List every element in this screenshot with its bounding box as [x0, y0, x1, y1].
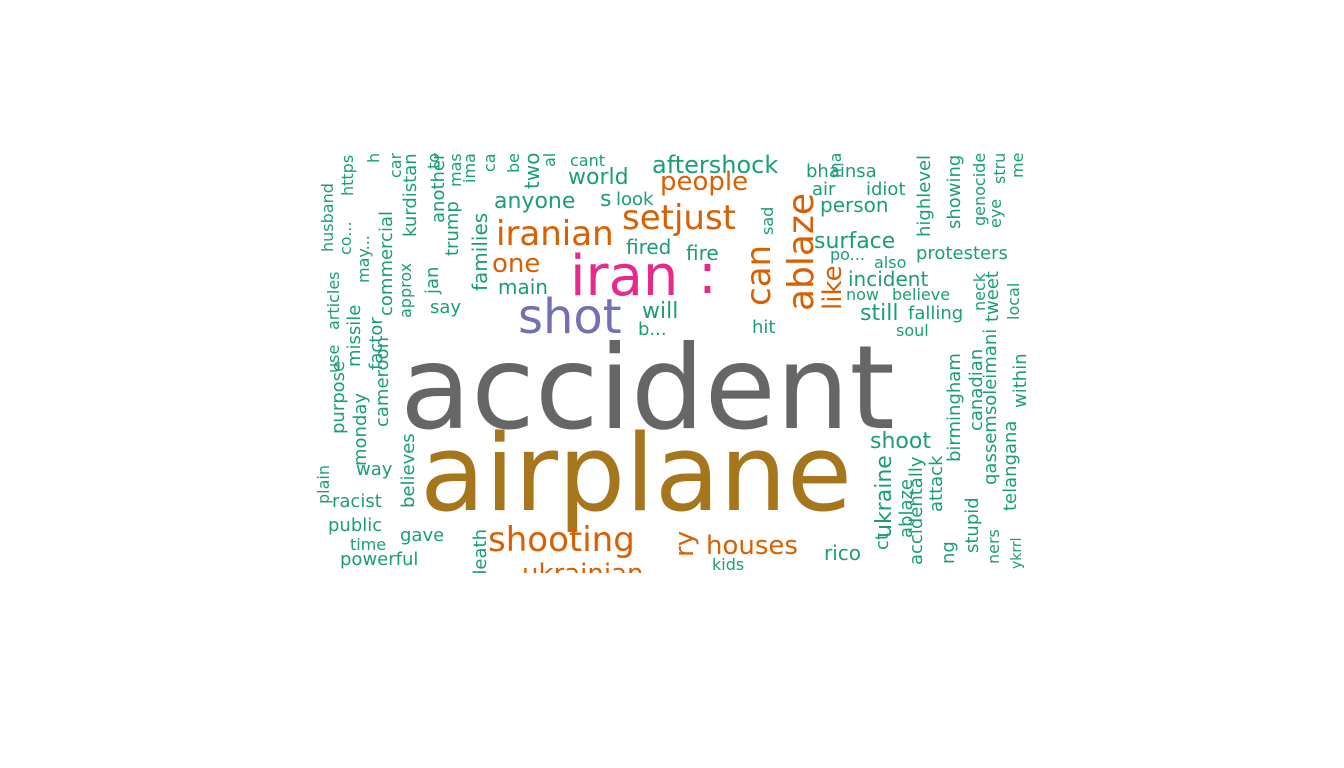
word-shoot-41: shoot	[870, 429, 931, 454]
word-hit-31: hit	[752, 317, 776, 338]
word-s-19: s	[600, 187, 612, 212]
word-ma-90: ma	[826, 153, 845, 178]
word-ukrainian-14: ukrainian	[522, 561, 644, 573]
word-shot-4: shot	[518, 289, 622, 345]
word-me-100: me	[1008, 153, 1027, 178]
word-idiot-25: idiot	[866, 179, 906, 200]
word-stupid-81: stupid	[962, 497, 983, 553]
word-public-45: public	[328, 515, 383, 536]
word-be-104: be	[504, 153, 523, 173]
word-airplane-1: airplane	[420, 412, 853, 535]
word-fired-26: fired	[626, 235, 672, 259]
word-telangana-79: telangana	[1000, 420, 1021, 511]
word-use-64: use	[324, 344, 343, 373]
word-monday-62: monday	[350, 392, 371, 466]
word-may-69: may...	[354, 235, 373, 283]
word-ners-97: ners	[984, 529, 1003, 564]
word-iranian-8: iranian	[496, 214, 614, 254]
word-look-20: look	[616, 189, 654, 210]
word-qassemsoleimani-78: qassemsoleimani	[980, 328, 1001, 485]
word-still-35: still	[860, 301, 899, 326]
word-gave-43: gave	[400, 525, 445, 546]
word-racist-44: racist	[332, 491, 382, 512]
wordcloud-canvas: accident airplane iran: shot ablaze can setjus…	[0, 0, 1344, 768]
word-say-49: say	[430, 297, 462, 318]
word-ykrrl-98: ykrrl	[1009, 537, 1025, 569]
word-also-39: also	[874, 253, 907, 272]
word-air-24: air	[812, 179, 836, 200]
word-co-68: co...	[336, 221, 355, 255]
word-ukraine-72: ukraine	[872, 455, 897, 538]
word-h-103: h	[364, 153, 383, 163]
word-cant-51: cant	[570, 153, 606, 170]
word-jan-55: jan	[422, 266, 443, 294]
word-car-101: car	[386, 153, 405, 178]
word-can-6: can	[739, 244, 779, 306]
word-showing-86: showing	[944, 154, 965, 229]
word-like-13: like	[818, 265, 848, 310]
word-local-84: local	[1004, 282, 1023, 320]
word-plain-71: plain	[316, 465, 333, 504]
word-main-28: main	[498, 275, 548, 299]
word-accidentally-74: accidentally	[906, 456, 927, 565]
word-factor-60: factor	[366, 317, 387, 370]
word-stru-99: stru	[990, 153, 1009, 184]
word-aftershock-16: aftershock	[652, 153, 779, 179]
word-believes-70: believes	[398, 433, 419, 508]
word-https-67: https	[338, 154, 357, 196]
word-b-30: b...	[638, 319, 667, 340]
word-ca-93: ca	[480, 153, 499, 172]
wordcloud-plot: accident airplane iran: shot ablaze can setjus…	[316, 153, 1028, 573]
word-al-105: al	[540, 153, 559, 167]
word-articles-65: articles	[324, 271, 343, 330]
word-families-52: families	[468, 212, 492, 291]
word-ry-15: ry	[670, 530, 700, 557]
word-po-38: po...	[830, 245, 865, 264]
word-anyone-18: anyone	[494, 189, 576, 214]
word-husband-66: husband	[318, 183, 337, 252]
word-to-102: to	[424, 153, 443, 169]
word-death-95: death	[470, 529, 491, 573]
word-believe-34: believe	[892, 285, 951, 304]
word-two-91: two	[520, 153, 544, 189]
word-soul-37: soul	[896, 321, 929, 340]
word-protesters-40: protesters	[916, 243, 1008, 264]
word-highlevel-85: highlevel	[914, 154, 935, 237]
word-shooting-9: shooting	[488, 520, 635, 560]
word-attack-75: attack	[926, 455, 947, 513]
word-within-80: within	[1010, 353, 1028, 408]
word-sad-89: sad	[758, 206, 777, 235]
word-fire-27: fire	[686, 241, 719, 265]
word-world-17: world	[568, 165, 629, 190]
word-one-12: one	[492, 249, 541, 279]
word-rico-42: rico	[824, 541, 862, 565]
word-approx-57: approx	[396, 262, 415, 318]
word-eye-88: eye	[986, 198, 1005, 228]
word-birmingham-76: birmingham	[944, 353, 965, 462]
word-mas-94: mas	[446, 153, 465, 187]
word-commercial-58: commercial	[376, 211, 397, 316]
word-powerful-47: powerful	[340, 549, 419, 570]
word-missile-61: missile	[344, 304, 365, 367]
word-tweet-83: tweet	[982, 271, 1003, 322]
word-ng-96: ng	[938, 541, 959, 564]
word-ct-106: ct	[872, 533, 893, 550]
word-kids-50: kids	[712, 555, 745, 573]
